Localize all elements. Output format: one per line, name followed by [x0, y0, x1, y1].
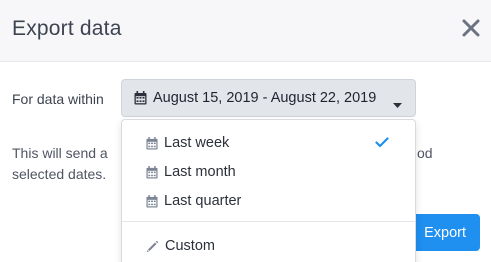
export-button[interactable]: Export	[408, 214, 480, 251]
description-line1-end: od	[417, 145, 433, 161]
close-icon[interactable]	[461, 17, 481, 39]
calendar-icon	[134, 91, 147, 105]
calendar-icon	[146, 165, 158, 179]
date-range-value: August 15, 2019 - August 22, 2019	[153, 90, 377, 106]
date-range-dropdown-button[interactable]: August 15, 2019 - August 22, 2019	[121, 79, 416, 117]
menu-item-label: Last quarter	[164, 193, 242, 209]
menu-item-last-week[interactable]: Last week	[122, 129, 415, 157]
menu-item-last-quarter[interactable]: Last quarter	[122, 187, 415, 215]
calendar-icon	[146, 136, 158, 150]
modal-title: Export data	[12, 17, 122, 40]
menu-item-last-month[interactable]: Last month	[122, 158, 415, 186]
checkmark-icon	[375, 136, 389, 152]
menu-item-label: Custom	[165, 238, 215, 254]
range-label: For data within	[12, 91, 104, 107]
description-line1-start: This will send a	[12, 145, 108, 161]
menu-item-label: Last month	[164, 164, 236, 180]
caret-down-icon	[393, 96, 402, 114]
calendar-icon	[146, 194, 158, 208]
pencil-icon	[146, 240, 159, 253]
modal-header: Export data	[0, 0, 491, 62]
menu-divider	[122, 221, 415, 222]
export-data-modal: Export data For data within August 15, 2…	[0, 0, 491, 262]
menu-item-custom[interactable]: Custom	[122, 232, 415, 260]
menu-item-label: Last week	[164, 135, 230, 151]
date-range-menu: Last week Last month Last quarter Custom	[121, 119, 416, 262]
